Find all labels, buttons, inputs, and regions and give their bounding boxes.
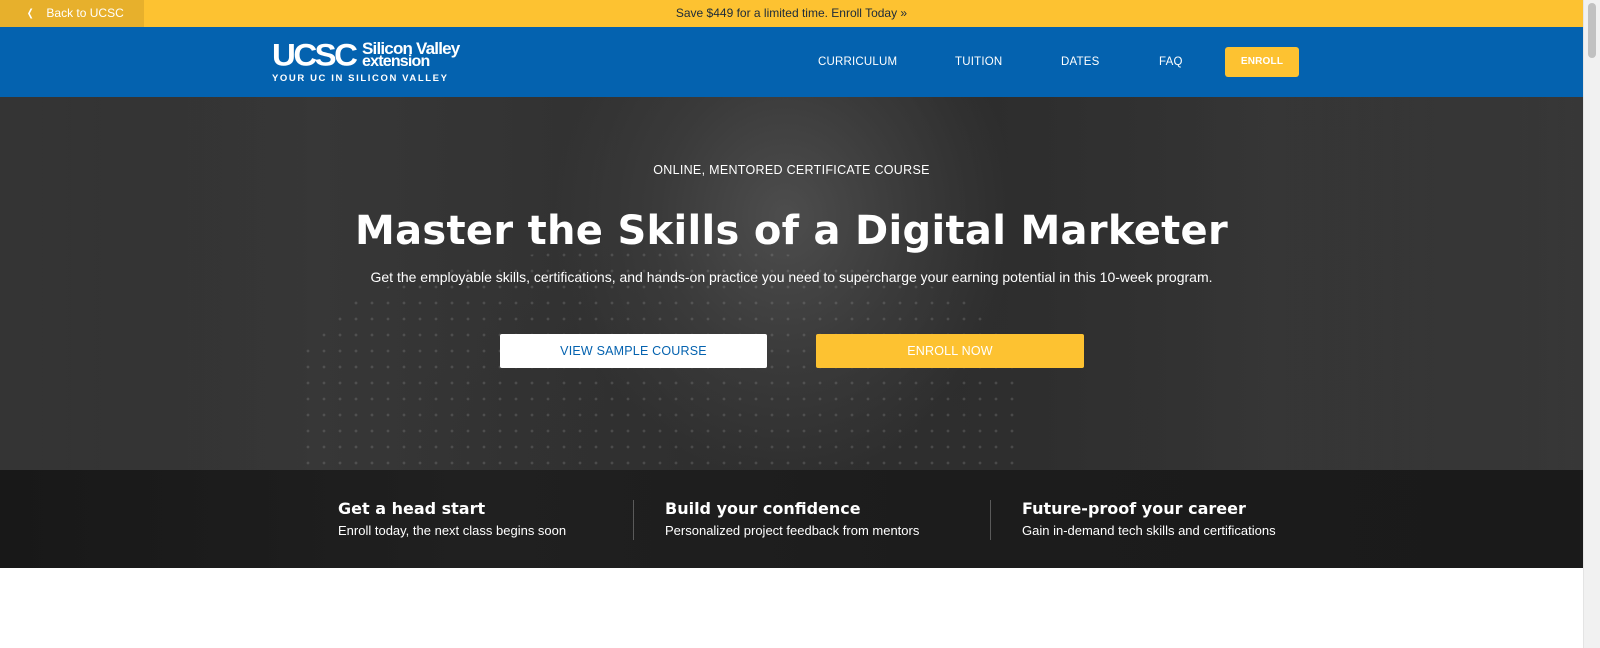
site-header: UCSC Silicon Valley extension YOUR UC IN… bbox=[0, 27, 1583, 97]
hero-title: Master the Skills of a Digital Marketer bbox=[354, 208, 1229, 254]
page-scrollbar[interactable] bbox=[1583, 0, 1600, 648]
hero-subtitle: Get the employable skills, certification… bbox=[370, 269, 1213, 285]
hero-section: ONLINE, MENTORED CERTIFICATE COURSE Mast… bbox=[0, 97, 1583, 470]
header-enroll-button[interactable]: ENROLL bbox=[1225, 47, 1299, 77]
feature-title: Build your confidence bbox=[665, 499, 861, 518]
feature-future-proof: Future-proof your career Gain in-demand … bbox=[1022, 499, 1276, 539]
promo-offer-link[interactable]: Save $449 for a limited time. Enroll Tod… bbox=[0, 0, 1583, 27]
nav-faq[interactable]: FAQ bbox=[1159, 27, 1183, 97]
feature-description: Gain in-demand tech skills and certifica… bbox=[1022, 523, 1276, 538]
nav-curriculum[interactable]: CURRICULUM bbox=[818, 27, 897, 97]
feature-title: Get a head start bbox=[338, 499, 486, 518]
feature-description: Personalized project feedback from mento… bbox=[665, 523, 920, 538]
nav-tuition[interactable]: TUITION bbox=[955, 27, 1002, 97]
features-strip: Get a head start Enroll today, the next … bbox=[0, 470, 1583, 568]
hero-eyebrow: ONLINE, MENTORED CERTIFICATE COURSE bbox=[653, 163, 930, 177]
feature-description: Enroll today, the next class begins soon bbox=[338, 523, 567, 538]
main-nav: CURRICULUM TUITION DATES FAQ ENROLL bbox=[0, 27, 1583, 97]
promo-bar: ❮ Back to UCSC Save $449 for a limited t… bbox=[0, 0, 1583, 27]
view-sample-course-button[interactable]: VIEW SAMPLE COURSE bbox=[500, 334, 767, 368]
page: ❮ Back to UCSC Save $449 for a limited t… bbox=[0, 0, 1583, 648]
scrollbar-thumb[interactable] bbox=[1588, 3, 1596, 58]
feature-divider bbox=[633, 500, 634, 540]
nav-dates[interactable]: DATES bbox=[1061, 27, 1100, 97]
feature-head-start: Get a head start Enroll today, the next … bbox=[338, 499, 566, 539]
feature-divider bbox=[990, 500, 991, 540]
enroll-now-button[interactable]: ENROLL NOW bbox=[816, 334, 1084, 368]
feature-confidence: Build your confidence Personalized proje… bbox=[665, 499, 919, 539]
feature-title: Future-proof your career bbox=[1022, 499, 1246, 518]
